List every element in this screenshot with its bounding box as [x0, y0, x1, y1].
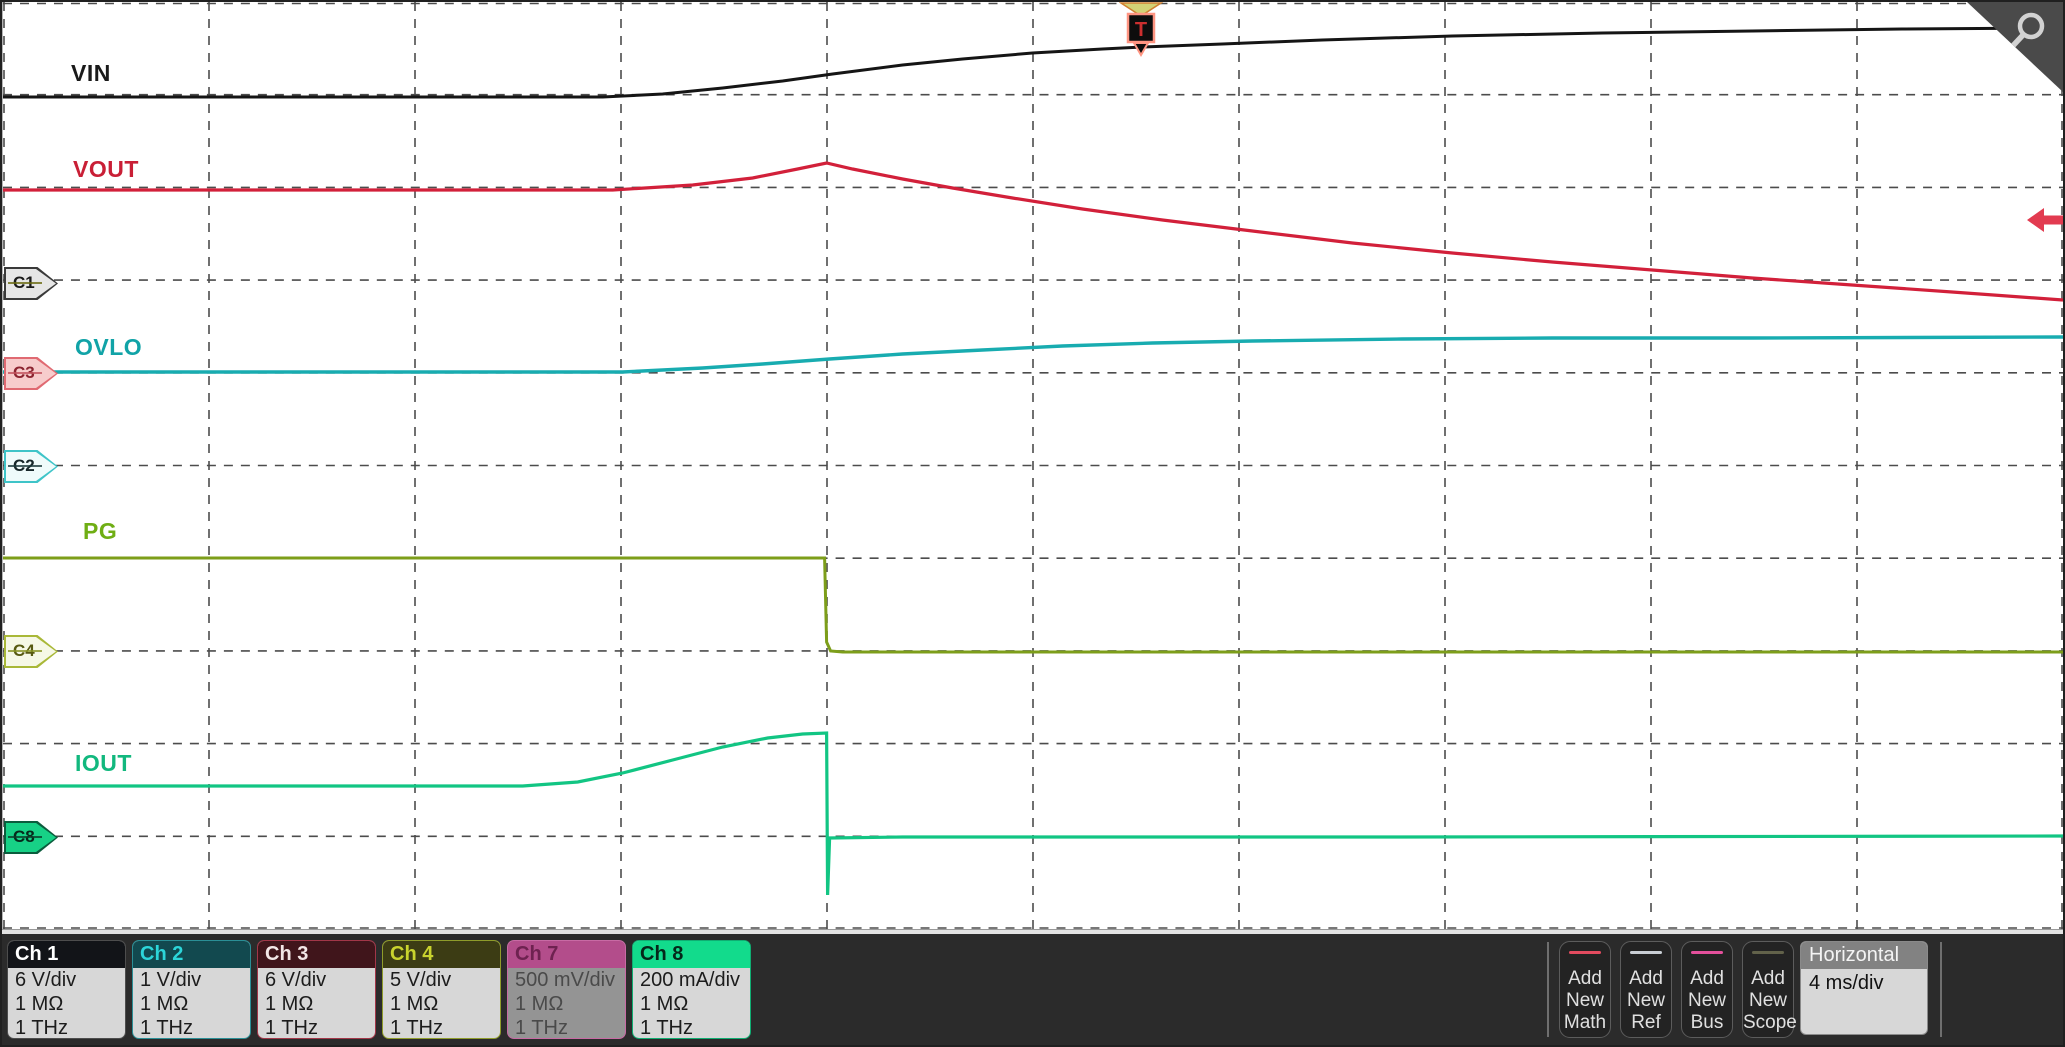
channel-impedance: 1 MΩ: [140, 993, 189, 1015]
channel-impedance: 1 MΩ: [390, 993, 439, 1015]
channel-badge-title: Ch 8: [633, 941, 750, 968]
channel-marker-strike-line: [8, 465, 42, 467]
add-new-button-group: Add New Math Add New Ref Add New Bus Add…: [1559, 941, 1797, 1038]
add-new-ref-button[interactable]: Add New Ref: [1620, 941, 1672, 1038]
channel-scale: 6 V/div: [265, 969, 327, 991]
channel-marker-strike-line: [8, 372, 42, 374]
channel-marker-strike-line: [8, 282, 42, 284]
channel-scale: 6 V/div: [15, 969, 77, 991]
channel-scale: 5 V/div: [390, 969, 452, 991]
horizontal-scale-value: 4 ms/div: [1809, 972, 1884, 994]
waveform-label-ovlo: OVLO: [75, 334, 143, 360]
waveform-display-area: VIN VOUT OVLO PG IOUT C1 C3 C2 C4 C8 T: [2, 2, 2063, 929]
channel-badge-ch1[interactable]: Ch 1 6 V/div 1 MΩ 1 THz: [7, 940, 126, 1039]
channel-marker-c8[interactable]: C8: [4, 821, 58, 854]
channel-marker-c2[interactable]: C2: [4, 450, 58, 483]
channel-badge-title: Ch 4: [383, 941, 500, 968]
add-new-bus-button[interactable]: Add New Bus: [1681, 941, 1733, 1038]
channel-badge-ch2[interactable]: Ch 2 1 V/div 1 MΩ 1 THz: [132, 940, 251, 1039]
channel-impedance: 1 MΩ: [640, 993, 689, 1015]
channel-badge-title: Ch 2: [133, 941, 250, 968]
channel-impedance: 1 MΩ: [265, 993, 314, 1015]
add-new-ref-label: Add New Ref: [1626, 968, 1665, 1033]
add-new-scope-label: Add New Scope: [1743, 968, 1797, 1033]
waveform-label-vin: VIN: [71, 60, 111, 86]
channel-badge-ch8[interactable]: Ch 8 200 mA/div 1 MΩ 1 THz: [632, 940, 751, 1039]
channel-bandwidth: 1 THz: [15, 1017, 68, 1039]
add-new-scope-button[interactable]: Add New Scope: [1742, 941, 1797, 1038]
channel-scale: 1 V/div: [140, 969, 202, 991]
channel-badge-ch4[interactable]: Ch 4 5 V/div 1 MΩ 1 THz: [382, 940, 501, 1039]
oscilloscope-screen: VIN VOUT OVLO PG IOUT C1 C3 C2 C4 C8 T C…: [0, 0, 2065, 1047]
waveform-plot: [3, 2, 2063, 929]
add-new-math-button[interactable]: Add New Math: [1559, 941, 1611, 1038]
toolbar-separator: [1940, 942, 1942, 1037]
channel-badge-ch7[interactable]: Ch 7 500 mV/div 1 MΩ 1 THz: [507, 940, 626, 1039]
add-new-bus-label: Add New Bus: [1687, 968, 1726, 1033]
channel-badge-row: Ch 1 6 V/div 1 MΩ 1 THz Ch 2 1 V/div 1 M…: [7, 940, 751, 1039]
add-new-math-label: Add New Math: [1563, 968, 1607, 1033]
channel-badge-title: Ch 1: [8, 941, 125, 968]
channel-marker-strike-line: [8, 650, 42, 652]
settings-bar: Ch 1 6 V/div 1 MΩ 1 THz Ch 2 1 V/div 1 M…: [2, 934, 2063, 1045]
channel-bandwidth: 1 THz: [515, 1017, 568, 1039]
waveform-label-iout: IOUT: [75, 750, 132, 776]
graticule-grid: [3, 2, 2063, 929]
channel-scale: 200 mA/div: [640, 969, 741, 991]
channel-badge-ch3[interactable]: Ch 3 6 V/div 1 MΩ 1 THz: [257, 940, 376, 1039]
channel-marker-c1[interactable]: C1: [4, 267, 58, 300]
trigger-flag-letter: T: [1135, 19, 1147, 41]
channel-bandwidth: 1 THz: [640, 1017, 693, 1039]
trigger-level-arrow-icon[interactable]: [2027, 205, 2063, 235]
channel-badge-title: Ch 3: [258, 941, 375, 968]
math-accent-line: [1569, 951, 1601, 954]
channel-impedance: 1 MΩ: [15, 993, 64, 1015]
ref-accent-line: [1630, 951, 1662, 954]
horizontal-settings-badge[interactable]: Horizontal 4 ms/div: [1800, 941, 1928, 1035]
trigger-bottom-pointer-icon: [1132, 42, 1150, 57]
channel-marker-strike-line: [8, 836, 42, 838]
channel-marker-c3[interactable]: C3: [4, 357, 58, 390]
channel-scale: 500 mV/div: [515, 969, 616, 991]
waveform-label-vout: VOUT: [73, 156, 139, 182]
channel-bandwidth: 1 THz: [140, 1017, 193, 1039]
channel-badge-title: Ch 7: [508, 941, 625, 968]
waveform-label-pg: PG: [83, 518, 118, 544]
bus-accent-line: [1691, 951, 1723, 954]
toolbar-separator: [1547, 942, 1549, 1037]
scope-accent-line: [1752, 951, 1784, 954]
channel-marker-c4[interactable]: C4: [4, 635, 58, 668]
channel-bandwidth: 1 THz: [265, 1017, 318, 1039]
trigger-position-marker[interactable]: T: [1119, 2, 1163, 58]
horizontal-title: Horizontal: [1801, 942, 1927, 969]
channel-bandwidth: 1 THz: [390, 1017, 443, 1039]
channel-impedance: 1 MΩ: [515, 993, 564, 1015]
